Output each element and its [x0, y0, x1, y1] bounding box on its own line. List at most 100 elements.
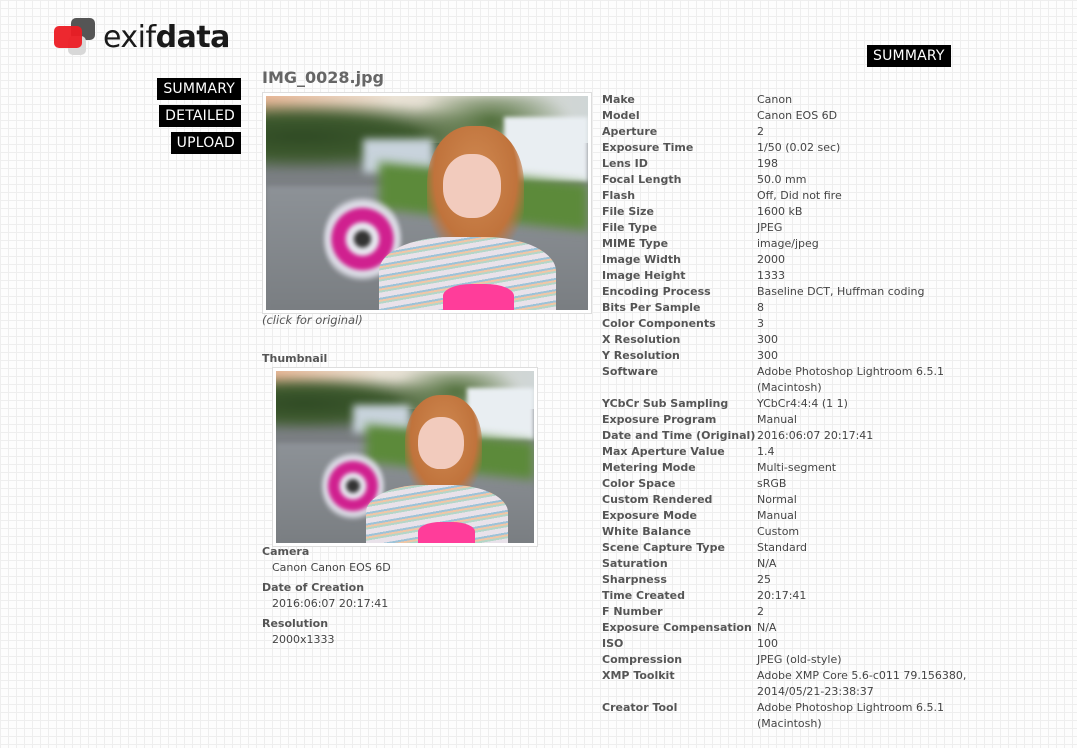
exif-value: Adobe Photoshop Lightroom 6.5.1 (Macinto… — [757, 365, 944, 394]
exif-key: Exposure Compensation — [602, 621, 752, 634]
exif-value: 50.0 mm — [757, 173, 807, 186]
exif-row: Lens ID 198 — [602, 156, 977, 172]
exifdata-logo[interactable]: exifdata — [54, 18, 230, 58]
exif-row: Creator Tool Adobe Photoshop Lightroom 6.… — [602, 700, 977, 732]
exif-key: Encoding Process — [602, 285, 711, 298]
exif-key: Make — [602, 93, 635, 106]
exif-row: Exposure Mode Manual — [602, 508, 977, 524]
exif-value: N/A — [757, 557, 777, 570]
exif-value: Manual — [757, 413, 797, 426]
thumbnail-image — [276, 371, 534, 543]
exif-value: Custom — [757, 525, 800, 538]
exif-row: Flash Off, Did not fire — [602, 188, 977, 204]
exif-value: 8 — [757, 301, 764, 314]
thumbnail-label: Thumbnail — [262, 352, 328, 365]
exif-key: ISO — [602, 637, 624, 650]
exif-key: Max Aperture Value — [602, 445, 725, 458]
exif-key: Creator Tool — [602, 701, 678, 714]
exif-key: X Resolution — [602, 333, 681, 346]
exif-value: 300 — [757, 349, 778, 362]
exif-row: Sharpness 25 — [602, 572, 977, 588]
exif-value: Manual — [757, 509, 797, 522]
exif-row: White Balance Custom — [602, 524, 977, 540]
exif-value: image/jpeg — [757, 237, 819, 250]
exif-key: Software — [602, 365, 658, 378]
nav-upload-button[interactable]: UPLOAD — [170, 132, 241, 154]
exif-row: File Size 1600 kB — [602, 204, 977, 220]
exif-row: Model Canon EOS 6D — [602, 108, 977, 124]
logo-text-light: exif — [103, 20, 156, 55]
exif-key: YCbCr Sub Sampling — [602, 397, 729, 410]
exif-row: Image Height 1333 — [602, 268, 977, 284]
exif-key: Color Space — [602, 477, 676, 490]
exif-row: XMP Toolkit Adobe XMP Core 5.6-c011 79.15… — [602, 668, 977, 700]
exif-row: Encoding Process Baseline DCT, Huffman co… — [602, 284, 977, 300]
exif-key: Exposure Mode — [602, 509, 697, 522]
exif-value: 1/50 (0.02 sec) — [757, 141, 841, 154]
exif-value: Canon EOS 6D — [757, 109, 838, 122]
exif-value: Adobe Photoshop Lightroom 6.5.1 (Macinto… — [757, 701, 944, 730]
exif-row: X Resolution 300 — [602, 332, 977, 348]
nav-summary-button[interactable]: SUMMARY — [157, 78, 241, 100]
exif-value: 2000 — [757, 253, 785, 266]
exif-row: Make Canon — [602, 92, 977, 108]
exif-row: Bits Per Sample 8 — [602, 300, 977, 316]
nav-detailed-button[interactable]: DETAILED — [159, 105, 241, 127]
exif-row: Color Components 3 — [602, 316, 977, 332]
exif-key: Aperture — [602, 125, 658, 138]
file-name-title: IMG_0028.jpg — [262, 68, 385, 87]
exif-value: Standard — [757, 541, 808, 554]
exif-value: 1.4 — [757, 445, 775, 458]
exif-row: Focal Length 50.0 mm — [602, 172, 977, 188]
exif-value: JPEG (old-style) — [757, 653, 842, 666]
exif-key: File Type — [602, 221, 658, 234]
exif-key: White Balance — [602, 525, 692, 538]
exif-row: Exposure Program Manual — [602, 412, 977, 428]
camera-value: Canon Canon EOS 6D — [272, 561, 391, 574]
thumbnail-photo — [272, 367, 538, 547]
exif-metadata-table: Make Canon Model Canon EOS 6D Aperture 2 Expos… — [602, 92, 977, 732]
exif-value: Normal — [757, 493, 797, 506]
logo-text-bold: data — [155, 20, 231, 55]
exif-key: MIME Type — [602, 237, 669, 250]
exif-row: ISO 100 — [602, 636, 977, 652]
camera-label: Camera — [262, 545, 310, 558]
exif-row: Color Space sRGB — [602, 476, 977, 492]
exif-value: 198 — [757, 157, 778, 170]
exif-key: Metering Mode — [602, 461, 696, 474]
exif-value: 100 — [757, 637, 778, 650]
exif-row: Software Adobe Photoshop Lightroom 6.5.1 … — [602, 364, 977, 396]
exif-row: Aperture 2 — [602, 124, 977, 140]
exif-value: Baseline DCT, Huffman coding — [757, 285, 925, 298]
exif-row: Custom Rendered Normal — [602, 492, 977, 508]
exif-value: 2 — [757, 125, 764, 138]
main-photo-link[interactable] — [262, 92, 592, 314]
exif-value: 1600 kB — [757, 205, 803, 218]
resolution-label: Resolution — [262, 617, 329, 630]
exif-row: Max Aperture Value 1.4 — [602, 444, 977, 460]
click-for-original-caption[interactable]: (click for original) — [262, 313, 363, 327]
exif-row: Compression JPEG (old-style) — [602, 652, 977, 668]
exif-value: N/A — [757, 621, 777, 634]
exif-row: MIME Type image/jpeg — [602, 236, 977, 252]
summary-header-tab[interactable]: SUMMARY — [867, 45, 951, 67]
exif-key: Exposure Time — [602, 141, 694, 154]
exif-key: Image Height — [602, 269, 686, 282]
exif-key: Bits Per Sample — [602, 301, 701, 314]
exif-row: F Number 2 — [602, 604, 977, 620]
exif-value: sRGB — [757, 477, 787, 490]
exif-key: File Size — [602, 205, 654, 218]
exif-key: XMP Toolkit — [602, 669, 675, 682]
exif-value: 300 — [757, 333, 778, 346]
exif-key: Saturation — [602, 557, 668, 570]
exif-value: JPEG — [757, 221, 783, 234]
exif-key: Lens ID — [602, 157, 648, 170]
exif-key: Image Width — [602, 253, 682, 266]
exif-value: 1333 — [757, 269, 785, 282]
exif-row: Exposure Compensation N/A — [602, 620, 977, 636]
exif-row: Metering Mode Multi-segment — [602, 460, 977, 476]
exif-key: Model — [602, 109, 640, 122]
exif-value: 25 — [757, 573, 771, 586]
exif-key: Compression — [602, 653, 683, 666]
exif-value: 3 — [757, 317, 764, 330]
